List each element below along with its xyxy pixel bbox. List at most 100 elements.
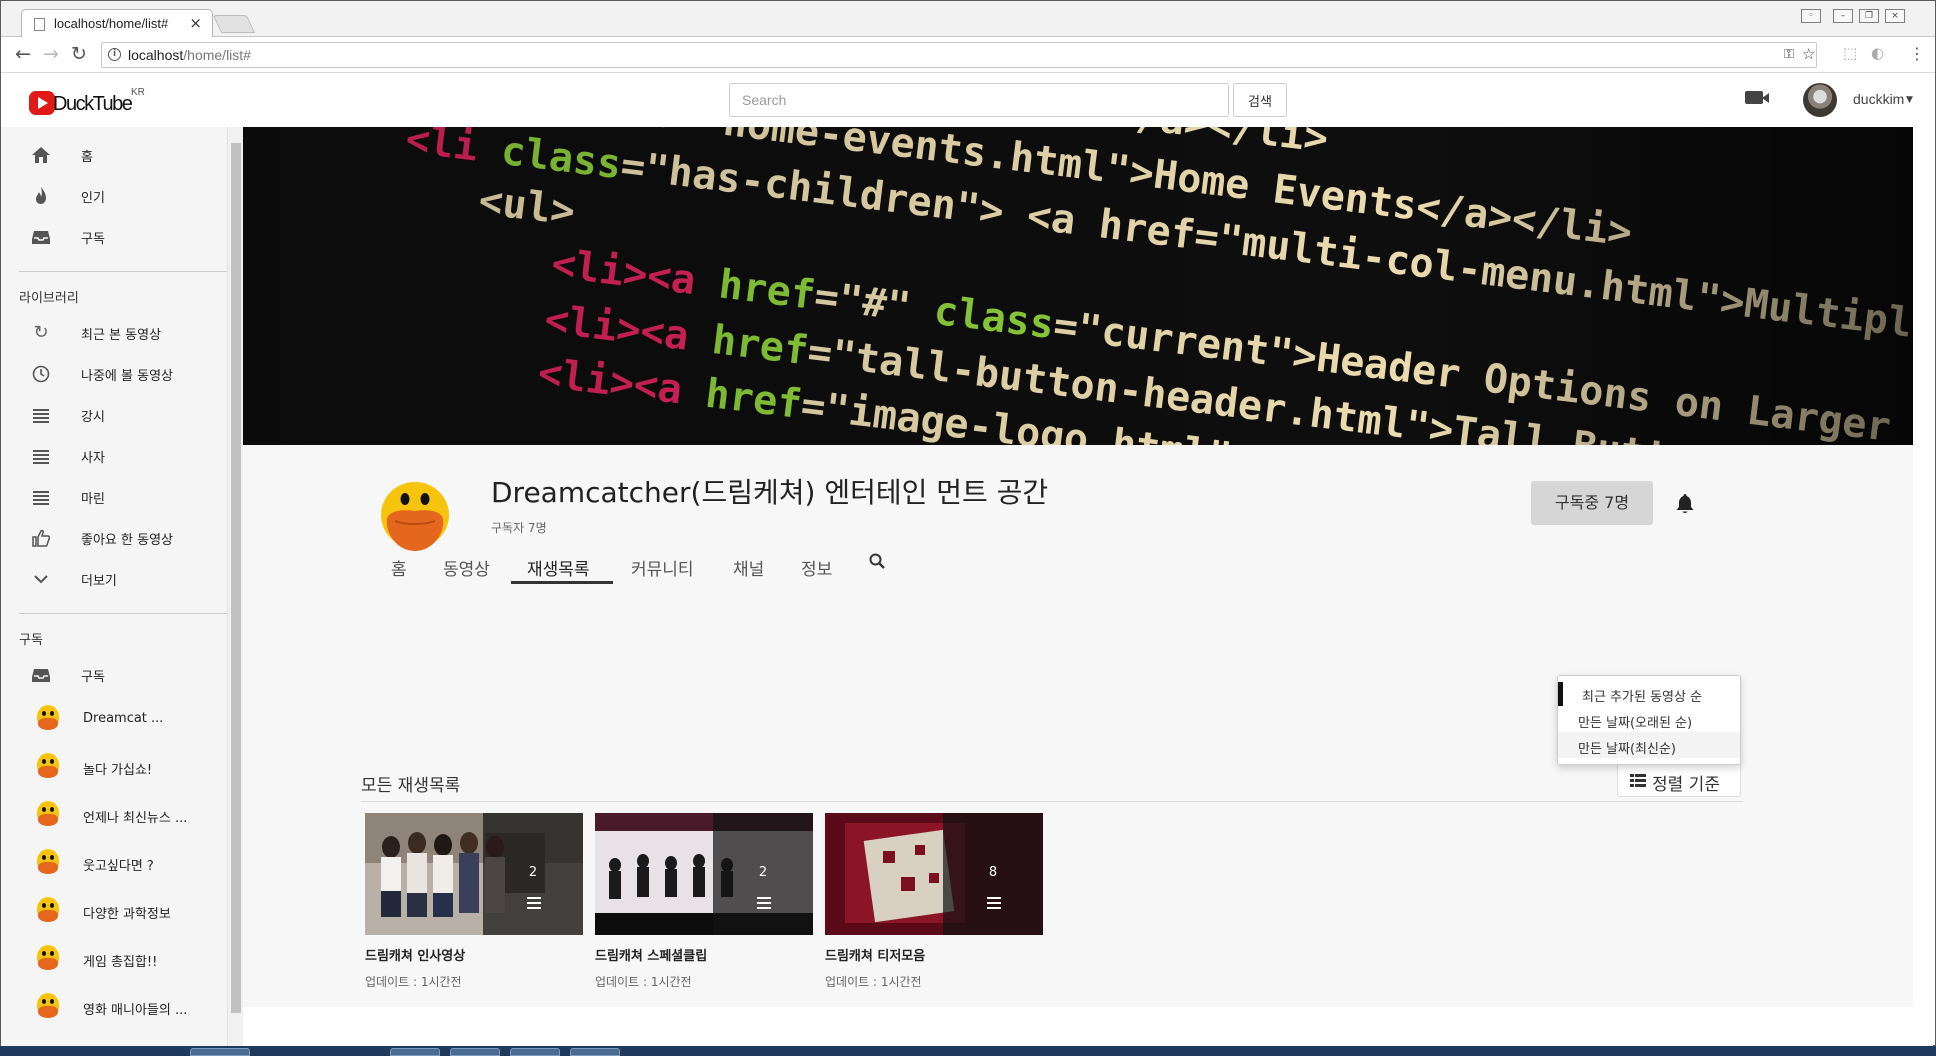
playlist-icon: [527, 897, 541, 909]
video-camera-icon[interactable]: [1745, 91, 1769, 104]
browser-window: localhost/home/list# × ◦ – ❐ × ← → ↻ i l…: [0, 0, 1936, 1047]
sidebar-item-liked-videos[interactable]: 좋아요 한 동영상: [1, 518, 227, 556]
url-text: localhost/home/list#: [128, 47, 251, 63]
playlist-thumbnail[interactable]: 2: [365, 813, 583, 935]
profile-icon[interactable]: ◦: [1801, 9, 1821, 23]
sidebar-channel-item[interactable]: 놀다 가십쇼!: [1, 743, 227, 791]
logo-text: DuckTube: [53, 93, 133, 115]
app-header: DuckTube KR 검색 duckkim ▼: [1, 73, 1935, 127]
browser-tabstrip: localhost/home/list# × ◦ – ❐ ×: [1, 1, 1935, 39]
sort-option-recent-added[interactable]: 최근 추가된 동영상 순: [1558, 680, 1740, 706]
taskbar-button[interactable]: [510, 1048, 560, 1056]
channel-duck-icon: [35, 753, 61, 781]
sidebar-item-label: 사자: [81, 451, 105, 466]
subscriber-count: 구독자 7명: [491, 521, 547, 535]
extension-pdf-icon[interactable]: ⬚: [1843, 44, 1857, 62]
search-button[interactable]: 검색: [1233, 83, 1287, 117]
sidebar-item-playlist[interactable]: 강시: [1, 395, 227, 433]
minimize-button[interactable]: –: [1833, 9, 1853, 23]
sidebar-item-label: 강시: [81, 410, 105, 425]
channel-name: 웃고싶다면 ?: [83, 859, 154, 874]
playlist-icon: [757, 897, 771, 909]
playlist-thumbnail[interactable]: 2: [595, 813, 813, 935]
playlists-section: 모든 재생목록 정렬 기준 2 드림캐쳐 인사영상 업데이트: 1시간전 2 …: [243, 737, 1913, 1007]
browser-menu-icon[interactable]: ⋮: [1909, 44, 1925, 64]
taskbar-button[interactable]: [570, 1048, 620, 1056]
username[interactable]: duckkim: [1853, 91, 1904, 107]
tab-videos[interactable]: 동영상: [443, 555, 490, 580]
restore-button[interactable]: ❐: [1859, 9, 1879, 23]
tab-playlists[interactable]: 재생목록: [527, 555, 590, 580]
caret-down-icon[interactable]: ▼: [1906, 95, 1913, 105]
taskbar-button[interactable]: [450, 1048, 500, 1056]
channel-banner: <li><a href="index.html">Home</a></li> <…: [243, 127, 1913, 445]
back-icon[interactable]: ←: [15, 44, 31, 64]
sidebar-item-history[interactable]: ↻ 최근 본 동영상: [1, 313, 227, 351]
playlist-updated: 업데이트 : 1시간전: [365, 975, 462, 989]
playlist-video-count: 2: [758, 865, 768, 880]
bell-icon[interactable]: [1675, 493, 1695, 515]
sidebar-item-popular[interactable]: 인기: [1, 176, 227, 214]
channel-name: 언제나 최신뉴스 ...: [83, 811, 188, 826]
main-scrollbar[interactable]: [1913, 127, 1933, 1007]
sidebar-channel-item[interactable]: 다양한 과학정보: [1, 887, 227, 935]
sidebar-item-watch-later[interactable]: 나중에 볼 동영상: [1, 354, 227, 392]
close-tab-icon[interactable]: ×: [189, 14, 202, 32]
forward-icon[interactable]: →: [43, 44, 59, 64]
key-icon[interactable]: ⚿: [1784, 47, 1794, 62]
star-icon[interactable]: ☆: [1802, 45, 1815, 63]
extension-icon[interactable]: ◐: [1871, 44, 1884, 62]
subscribe-button[interactable]: 구독중 7명: [1531, 481, 1653, 525]
sidebar-channel-item[interactable]: 웃고싶다면 ?: [1, 839, 227, 887]
new-tab-button[interactable]: [212, 15, 256, 33]
sidebar-channel-item[interactable]: 언제나 최신뉴스 ...: [1, 791, 227, 839]
channel-duck-icon: [35, 705, 61, 733]
sidebar-item-home[interactable]: 홈: [1, 135, 227, 173]
library-section-title: 라이브러리: [19, 291, 79, 306]
search-input[interactable]: [729, 83, 1229, 117]
avatar[interactable]: [1803, 83, 1837, 117]
address-bar[interactable]: i localhost/home/list# ⚿ ☆: [101, 42, 1817, 68]
clock-icon: [31, 364, 51, 384]
sort-option-newest[interactable]: 만든 날짜(최신순): [1558, 732, 1740, 758]
sidebar-item-label: 더보기: [81, 574, 117, 589]
tab-home[interactable]: 홈: [391, 555, 407, 580]
sidebar-item-playlist[interactable]: 사자: [1, 436, 227, 474]
browser-tab[interactable]: localhost/home/list# ×: [21, 9, 213, 39]
main-content: <li><a href="index.html">Home</a></li> <…: [243, 127, 1913, 1007]
sidebar-item-show-more[interactable]: 더보기: [1, 559, 227, 597]
playlist-title[interactable]: 드림캐쳐 인사영상: [365, 945, 465, 964]
sort-button[interactable]: 정렬 기준: [1617, 761, 1741, 797]
sidebar-item-subscriptions[interactable]: 구독: [1, 217, 227, 255]
sidebar-scrollbar-thumb[interactable]: [231, 143, 241, 1013]
sort-option-oldest[interactable]: 만든 날짜(오래된 순): [1558, 706, 1740, 732]
close-window-button[interactable]: ×: [1885, 9, 1905, 23]
sidebar-item-label: 마린: [81, 492, 105, 507]
sidebar-channel-item[interactable]: 영화 매니아들의 ...: [1, 983, 227, 1031]
playlist-thumbnail[interactable]: 8: [825, 813, 1043, 935]
taskbar-button[interactable]: [190, 1048, 250, 1056]
list-icon: [31, 405, 51, 425]
sidebar-item-playlist[interactable]: 마린: [1, 477, 227, 515]
browser-tab-title: localhost/home/list#: [54, 16, 169, 31]
playlist-title[interactable]: 드림캐쳐 스페셜클립: [595, 945, 707, 964]
taskbar-button[interactable]: [390, 1048, 440, 1056]
tab-channels[interactable]: 채널: [733, 555, 764, 580]
sidebar-channel-item[interactable]: Dreamcat ...: [1, 695, 227, 743]
playlist-title[interactable]: 드림캐쳐 티저모음: [825, 945, 925, 964]
sidebar-channel-item[interactable]: 게임 총집합!!: [1, 935, 227, 983]
sidebar-item-label: 인기: [81, 191, 105, 206]
search-icon[interactable]: [869, 553, 885, 569]
sidebar-scrollbar[interactable]: [227, 127, 243, 1047]
tab-about[interactable]: 정보: [801, 555, 832, 580]
page-icon: [34, 18, 45, 31]
playlist-updated: 업데이트 : 1시간전: [825, 975, 922, 989]
sidebar-item-subscriptions-feed[interactable]: 구독: [1, 655, 227, 693]
info-icon[interactable]: i: [108, 48, 121, 61]
active-tab-indicator: [511, 581, 613, 584]
tab-community[interactable]: 커뮤니티: [631, 555, 694, 580]
home-icon: [31, 145, 51, 165]
channel-name: 놀다 가십쇼!: [83, 763, 153, 778]
sort-list-icon: [1630, 774, 1646, 787]
reload-icon[interactable]: ↻: [71, 44, 87, 64]
